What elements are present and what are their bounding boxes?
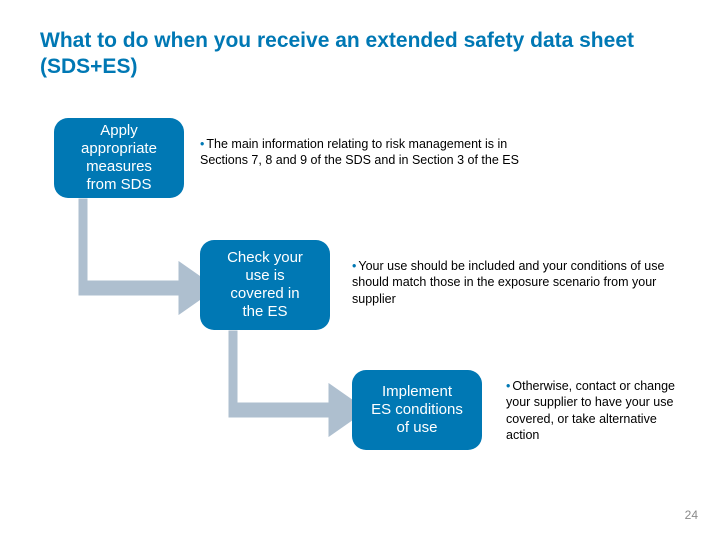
step-1-box: Applyappropriatemeasuresfrom SDS bbox=[54, 118, 184, 198]
step-2-note-text: Your use should be included and your con… bbox=[352, 259, 664, 306]
step-3-box: ImplementES conditionsof use bbox=[352, 370, 482, 450]
step-2-label: Check youruse iscovered inthe ES bbox=[227, 249, 303, 321]
step-2-box: Check youruse iscovered inthe ES bbox=[200, 240, 330, 330]
step-1-label: Applyappropriatemeasuresfrom SDS bbox=[81, 122, 157, 194]
bullet-icon: • bbox=[506, 379, 510, 393]
step-1-note-text: The main information relating to risk ma… bbox=[200, 137, 519, 167]
page-number: 24 bbox=[685, 508, 698, 522]
bullet-icon: • bbox=[200, 137, 204, 151]
step-2-note: •Your use should be included and your co… bbox=[352, 258, 672, 307]
bullet-icon: • bbox=[352, 259, 356, 273]
arrow-1-icon bbox=[78, 198, 218, 318]
step-3-label: ImplementES conditionsof use bbox=[371, 383, 463, 437]
step-3-note-text: Otherwise, contact or change your suppli… bbox=[506, 379, 675, 442]
page-title: What to do when you receive an extended … bbox=[40, 28, 660, 81]
step-3-note: •Otherwise, contact or change your suppl… bbox=[506, 378, 686, 443]
step-1-note: •The main information relating to risk m… bbox=[200, 136, 520, 169]
arrow-2-icon bbox=[228, 330, 368, 440]
